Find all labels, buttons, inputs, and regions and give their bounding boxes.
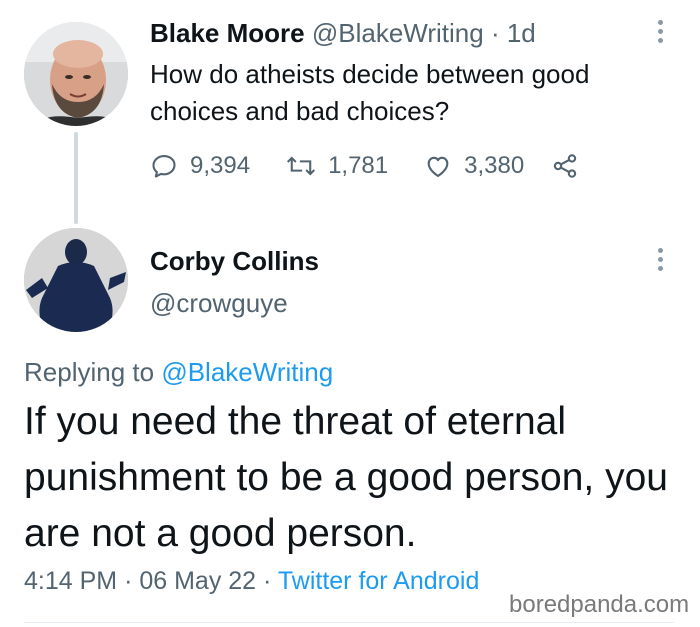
original-tweet-header: Blake Moore @BlakeWriting · 1d bbox=[150, 16, 536, 50]
original-tweet: Blake Moore @BlakeWriting · 1d How do at… bbox=[0, 0, 700, 224]
thread-connector-line bbox=[74, 132, 78, 224]
original-tweet-text: How do atheists decide between good choi… bbox=[150, 59, 590, 126]
tweet-action-bar: 9,394 1,781 3,380 bbox=[150, 146, 592, 186]
retweet-icon bbox=[287, 156, 316, 176]
more-options-icon[interactable] bbox=[655, 20, 665, 43]
more-options-icon[interactable] bbox=[655, 248, 665, 271]
replying-to-line: Replying to @BlakeWriting bbox=[24, 355, 333, 389]
heart-icon bbox=[427, 156, 449, 177]
divider bbox=[24, 622, 674, 623]
avatar-photo bbox=[24, 228, 128, 332]
retweet-button[interactable]: 1,781 bbox=[286, 152, 388, 180]
like-button[interactable]: 3,380 bbox=[424, 152, 524, 180]
like-count: 3,380 bbox=[464, 152, 525, 179]
reply-tweet-text: If you need the threat of eternal punish… bbox=[24, 400, 668, 555]
reply-author-name[interactable]: Corby Collins bbox=[150, 244, 319, 278]
author-name[interactable]: Blake Moore bbox=[150, 18, 305, 48]
avatar-corby-collins[interactable] bbox=[24, 228, 128, 332]
author-handle[interactable]: @BlakeWriting bbox=[312, 18, 484, 48]
tweet-timestamp[interactable]: 1d bbox=[507, 18, 536, 48]
watermark: boredpanda.com bbox=[506, 590, 693, 620]
avatar-photo bbox=[24, 22, 128, 126]
header-separator: · bbox=[490, 18, 500, 48]
replying-to-mention[interactable]: @BlakeWriting bbox=[161, 357, 333, 387]
retweet-count: 1,781 bbox=[328, 152, 389, 179]
meta-separator: · bbox=[263, 567, 272, 595]
reply-icon bbox=[152, 155, 176, 178]
reply-button[interactable]: 9,394 bbox=[150, 152, 250, 180]
share-icon bbox=[553, 154, 577, 178]
tweet-time[interactable]: 4:14 PM bbox=[24, 567, 117, 595]
tweet-source-link[interactable]: Twitter for Android bbox=[278, 567, 479, 595]
reply-author-handle[interactable]: @crowguye bbox=[150, 286, 288, 320]
meta-separator: · bbox=[124, 567, 133, 595]
tweet-metadata: 4:14 PM · 06 May 22 · Twitter for Androi… bbox=[24, 564, 479, 598]
tweet-date[interactable]: 06 May 22 bbox=[139, 567, 256, 595]
avatar-blake-moore[interactable] bbox=[24, 22, 128, 126]
reply-count: 9,394 bbox=[190, 152, 251, 179]
replying-prefix: Replying to bbox=[24, 357, 155, 387]
share-button[interactable] bbox=[550, 152, 592, 180]
